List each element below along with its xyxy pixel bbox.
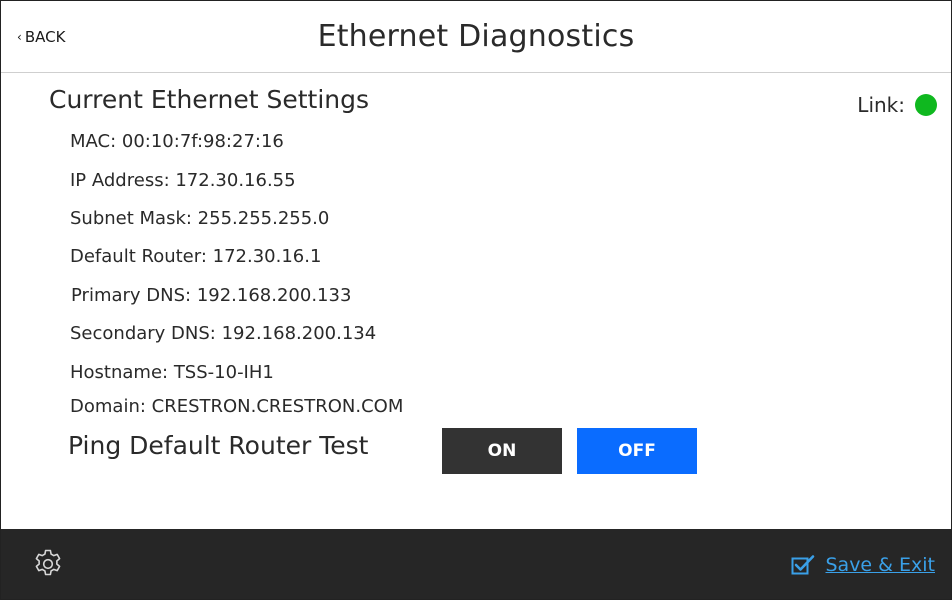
secondary-dns: Secondary DNS: 192.168.200.134 [70, 323, 377, 344]
subnet-mask: Subnet Mask: 255.255.255.0 [70, 208, 330, 229]
link-status-indicator [915, 94, 937, 116]
ping-on-button[interactable]: ON [442, 428, 562, 474]
link-label: Link: [857, 93, 905, 117]
mac-address: MAC: 00:10:7f:98:27:16 [70, 131, 284, 152]
save-exit-label: Save & Exit [825, 554, 935, 576]
checkbox-check-icon [791, 555, 815, 575]
link-status: Link: [857, 93, 937, 117]
page-title: Ethernet Diagnostics [317, 19, 635, 54]
domain: Domain: CRESTRON.CRESTRON.COM [70, 396, 404, 417]
diagnostics-screen: ‹ BACK Ethernet Diagnostics Current Ethe… [0, 0, 952, 600]
footer-bar: Save & Exit [1, 529, 951, 599]
ping-test-label: Ping Default Router Test [68, 431, 369, 460]
default-router: Default Router: 172.30.16.1 [70, 246, 322, 267]
ping-off-button[interactable]: OFF [577, 428, 697, 474]
section-title: Current Ethernet Settings [49, 85, 370, 114]
hostname: Hostname: TSS-10-IH1 [70, 362, 274, 383]
gear-icon[interactable] [32, 548, 64, 580]
ip-address: IP Address: 172.30.16.55 [70, 170, 296, 191]
primary-dns: Primary DNS: 192.168.200.133 [71, 285, 352, 306]
save-exit-button[interactable]: Save & Exit [791, 554, 935, 576]
header-bar: ‹ BACK Ethernet Diagnostics [1, 1, 951, 73]
